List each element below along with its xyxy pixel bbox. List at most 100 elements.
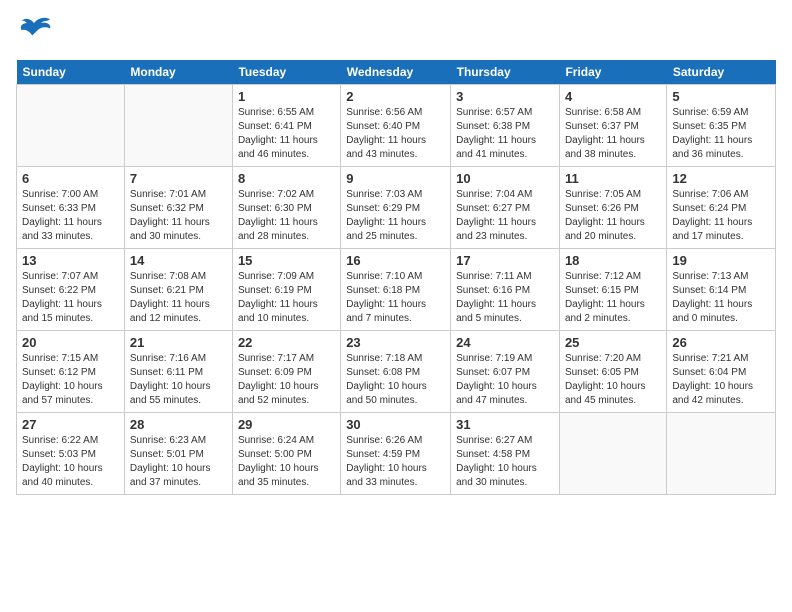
calendar-cell — [667, 413, 776, 495]
day-info: Sunrise: 7:13 AM Sunset: 6:14 PM Dayligh… — [672, 270, 770, 326]
logo — [16, 16, 56, 48]
day-info: Sunrise: 7:02 AM Sunset: 6:30 PM Dayligh… — [238, 188, 335, 244]
day-info: Sunrise: 6:56 AM Sunset: 6:40 PM Dayligh… — [346, 106, 445, 162]
day-number: 26 — [672, 335, 770, 350]
day-header-tuesday: Tuesday — [232, 60, 340, 85]
calendar-cell: 17Sunrise: 7:11 AM Sunset: 6:16 PM Dayli… — [451, 249, 560, 331]
day-number: 13 — [22, 253, 119, 268]
day-number: 24 — [456, 335, 554, 350]
day-number: 10 — [456, 171, 554, 186]
day-info: Sunrise: 7:21 AM Sunset: 6:04 PM Dayligh… — [672, 352, 770, 408]
day-info: Sunrise: 7:11 AM Sunset: 6:16 PM Dayligh… — [456, 270, 554, 326]
day-info: Sunrise: 7:20 AM Sunset: 6:05 PM Dayligh… — [565, 352, 661, 408]
calendar-cell: 2 Sunrise: 6:56 AM Sunset: 6:40 PM Daylig… — [341, 85, 451, 167]
day-info: Sunrise: 7:18 AM Sunset: 6:08 PM Dayligh… — [346, 352, 445, 408]
calendar-week-row: 20 Sunrise: 7:15 AM Sunset: 6:12 PM Dayli… — [17, 331, 776, 413]
day-info: Sunrise: 7:08 AM Sunset: 6:21 PM Dayligh… — [130, 270, 227, 326]
day-info: Sunrise: 6:55 AM Sunset: 6:41 PM Dayligh… — [238, 106, 335, 162]
calendar-cell — [17, 85, 125, 167]
day-info: Sunrise: 6:23 AM Sunset: 5:01 PM Dayligh… — [130, 434, 227, 490]
day-info: Sunrise: 7:04 AM Sunset: 6:27 PM Dayligh… — [456, 188, 554, 244]
calendar-cell: 23 Sunrise: 7:18 AM Sunset: 6:08 PM Dayli… — [341, 331, 451, 413]
day-info: Sunrise: 7:07 AM Sunset: 6:22 PM Dayligh… — [22, 270, 119, 326]
day-number: 20 — [22, 335, 119, 350]
calendar-cell: 9 Sunrise: 7:03 AM Sunset: 6:29 PM Daylig… — [341, 167, 451, 249]
day-header-saturday: Saturday — [667, 60, 776, 85]
day-number: 6 — [22, 171, 119, 186]
calendar-cell — [124, 85, 232, 167]
day-info: Sunrise: 7:10 AM Sunset: 6:18 PM Dayligh… — [346, 270, 445, 326]
day-info: Sunrise: 6:57 AM Sunset: 6:38 PM Dayligh… — [456, 106, 554, 162]
calendar-cell: 27Sunrise: 6:22 AM Sunset: 5:03 PM Dayli… — [17, 413, 125, 495]
day-number: 27 — [22, 417, 119, 432]
day-number: 25 — [565, 335, 661, 350]
day-number: 1 — [238, 89, 335, 104]
day-header-wednesday: Wednesday — [341, 60, 451, 85]
day-info: Sunrise: 7:19 AM Sunset: 6:07 PM Dayligh… — [456, 352, 554, 408]
page-header — [16, 16, 776, 48]
calendar-cell: 6 Sunrise: 7:00 AM Sunset: 6:33 PM Daylig… — [17, 167, 125, 249]
day-number: 29 — [238, 417, 335, 432]
calendar-week-row: 27Sunrise: 6:22 AM Sunset: 5:03 PM Dayli… — [17, 413, 776, 495]
calendar-cell: 22 Sunrise: 7:17 AM Sunset: 6:09 PM Dayli… — [232, 331, 340, 413]
day-number: 19 — [672, 253, 770, 268]
logo-icon — [16, 16, 52, 48]
calendar-cell: 12 Sunrise: 7:06 AM Sunset: 6:24 PM Dayli… — [667, 167, 776, 249]
day-number: 2 — [346, 89, 445, 104]
day-info: Sunrise: 7:01 AM Sunset: 6:32 PM Dayligh… — [130, 188, 227, 244]
day-number: 5 — [672, 89, 770, 104]
calendar-cell — [559, 413, 666, 495]
day-info: Sunrise: 7:15 AM Sunset: 6:12 PM Dayligh… — [22, 352, 119, 408]
day-number: 7 — [130, 171, 227, 186]
day-number: 12 — [672, 171, 770, 186]
day-info: Sunrise: 7:09 AM Sunset: 6:19 PM Dayligh… — [238, 270, 335, 326]
calendar-cell: 20 Sunrise: 7:15 AM Sunset: 6:12 PM Dayli… — [17, 331, 125, 413]
calendar-header-row: SundayMondayTuesdayWednesdayThursdayFrid… — [17, 60, 776, 85]
day-info: Sunrise: 7:16 AM Sunset: 6:11 PM Dayligh… — [130, 352, 227, 408]
day-number: 16 — [346, 253, 445, 268]
calendar-cell: 29 Sunrise: 6:24 AM Sunset: 5:00 PM Dayli… — [232, 413, 340, 495]
calendar-cell: 8 Sunrise: 7:02 AM Sunset: 6:30 PM Daylig… — [232, 167, 340, 249]
day-info: Sunrise: 6:59 AM Sunset: 6:35 PM Dayligh… — [672, 106, 770, 162]
calendar-week-row: 1 Sunrise: 6:55 AM Sunset: 6:41 PM Daylig… — [17, 85, 776, 167]
calendar-cell: 18 Sunrise: 7:12 AM Sunset: 6:15 PM Dayli… — [559, 249, 666, 331]
day-number: 9 — [346, 171, 445, 186]
day-header-sunday: Sunday — [17, 60, 125, 85]
calendar-cell: 16 Sunrise: 7:10 AM Sunset: 6:18 PM Dayli… — [341, 249, 451, 331]
calendar-cell: 13 Sunrise: 7:07 AM Sunset: 6:22 PM Dayli… — [17, 249, 125, 331]
day-number: 22 — [238, 335, 335, 350]
calendar-cell: 1 Sunrise: 6:55 AM Sunset: 6:41 PM Daylig… — [232, 85, 340, 167]
day-number: 31 — [456, 417, 554, 432]
calendar-cell: 31Sunrise: 6:27 AM Sunset: 4:58 PM Dayli… — [451, 413, 560, 495]
day-header-friday: Friday — [559, 60, 666, 85]
day-info: Sunrise: 7:12 AM Sunset: 6:15 PM Dayligh… — [565, 270, 661, 326]
calendar-cell: 15 Sunrise: 7:09 AM Sunset: 6:19 PM Dayli… — [232, 249, 340, 331]
calendar-cell: 21 Sunrise: 7:16 AM Sunset: 6:11 PM Dayli… — [124, 331, 232, 413]
calendar-cell: 3 Sunrise: 6:57 AM Sunset: 6:38 PM Daylig… — [451, 85, 560, 167]
day-number: 15 — [238, 253, 335, 268]
day-info: Sunrise: 6:24 AM Sunset: 5:00 PM Dayligh… — [238, 434, 335, 490]
day-info: Sunrise: 7:00 AM Sunset: 6:33 PM Dayligh… — [22, 188, 119, 244]
day-number: 21 — [130, 335, 227, 350]
calendar-cell: 24 Sunrise: 7:19 AM Sunset: 6:07 PM Dayli… — [451, 331, 560, 413]
day-info: Sunrise: 7:17 AM Sunset: 6:09 PM Dayligh… — [238, 352, 335, 408]
calendar-cell: 10 Sunrise: 7:04 AM Sunset: 6:27 PM Dayli… — [451, 167, 560, 249]
calendar-cell: 11 Sunrise: 7:05 AM Sunset: 6:26 PM Dayli… — [559, 167, 666, 249]
calendar-table: SundayMondayTuesdayWednesdayThursdayFrid… — [16, 60, 776, 495]
day-info: Sunrise: 6:58 AM Sunset: 6:37 PM Dayligh… — [565, 106, 661, 162]
calendar-cell: 30Sunrise: 6:26 AM Sunset: 4:59 PM Dayli… — [341, 413, 451, 495]
day-number: 14 — [130, 253, 227, 268]
day-number: 3 — [456, 89, 554, 104]
day-number: 11 — [565, 171, 661, 186]
calendar-cell: 7 Sunrise: 7:01 AM Sunset: 6:32 PM Daylig… — [124, 167, 232, 249]
day-info: Sunrise: 7:05 AM Sunset: 6:26 PM Dayligh… — [565, 188, 661, 244]
calendar-cell: 14 Sunrise: 7:08 AM Sunset: 6:21 PM Dayli… — [124, 249, 232, 331]
day-number: 23 — [346, 335, 445, 350]
calendar-cell: 5 Sunrise: 6:59 AM Sunset: 6:35 PM Daylig… — [667, 85, 776, 167]
calendar-week-row: 13 Sunrise: 7:07 AM Sunset: 6:22 PM Dayli… — [17, 249, 776, 331]
day-info: Sunrise: 7:03 AM Sunset: 6:29 PM Dayligh… — [346, 188, 445, 244]
day-number: 8 — [238, 171, 335, 186]
day-number: 18 — [565, 253, 661, 268]
calendar-cell: 4Sunrise: 6:58 AM Sunset: 6:37 PM Daylig… — [559, 85, 666, 167]
day-info: Sunrise: 7:06 AM Sunset: 6:24 PM Dayligh… — [672, 188, 770, 244]
